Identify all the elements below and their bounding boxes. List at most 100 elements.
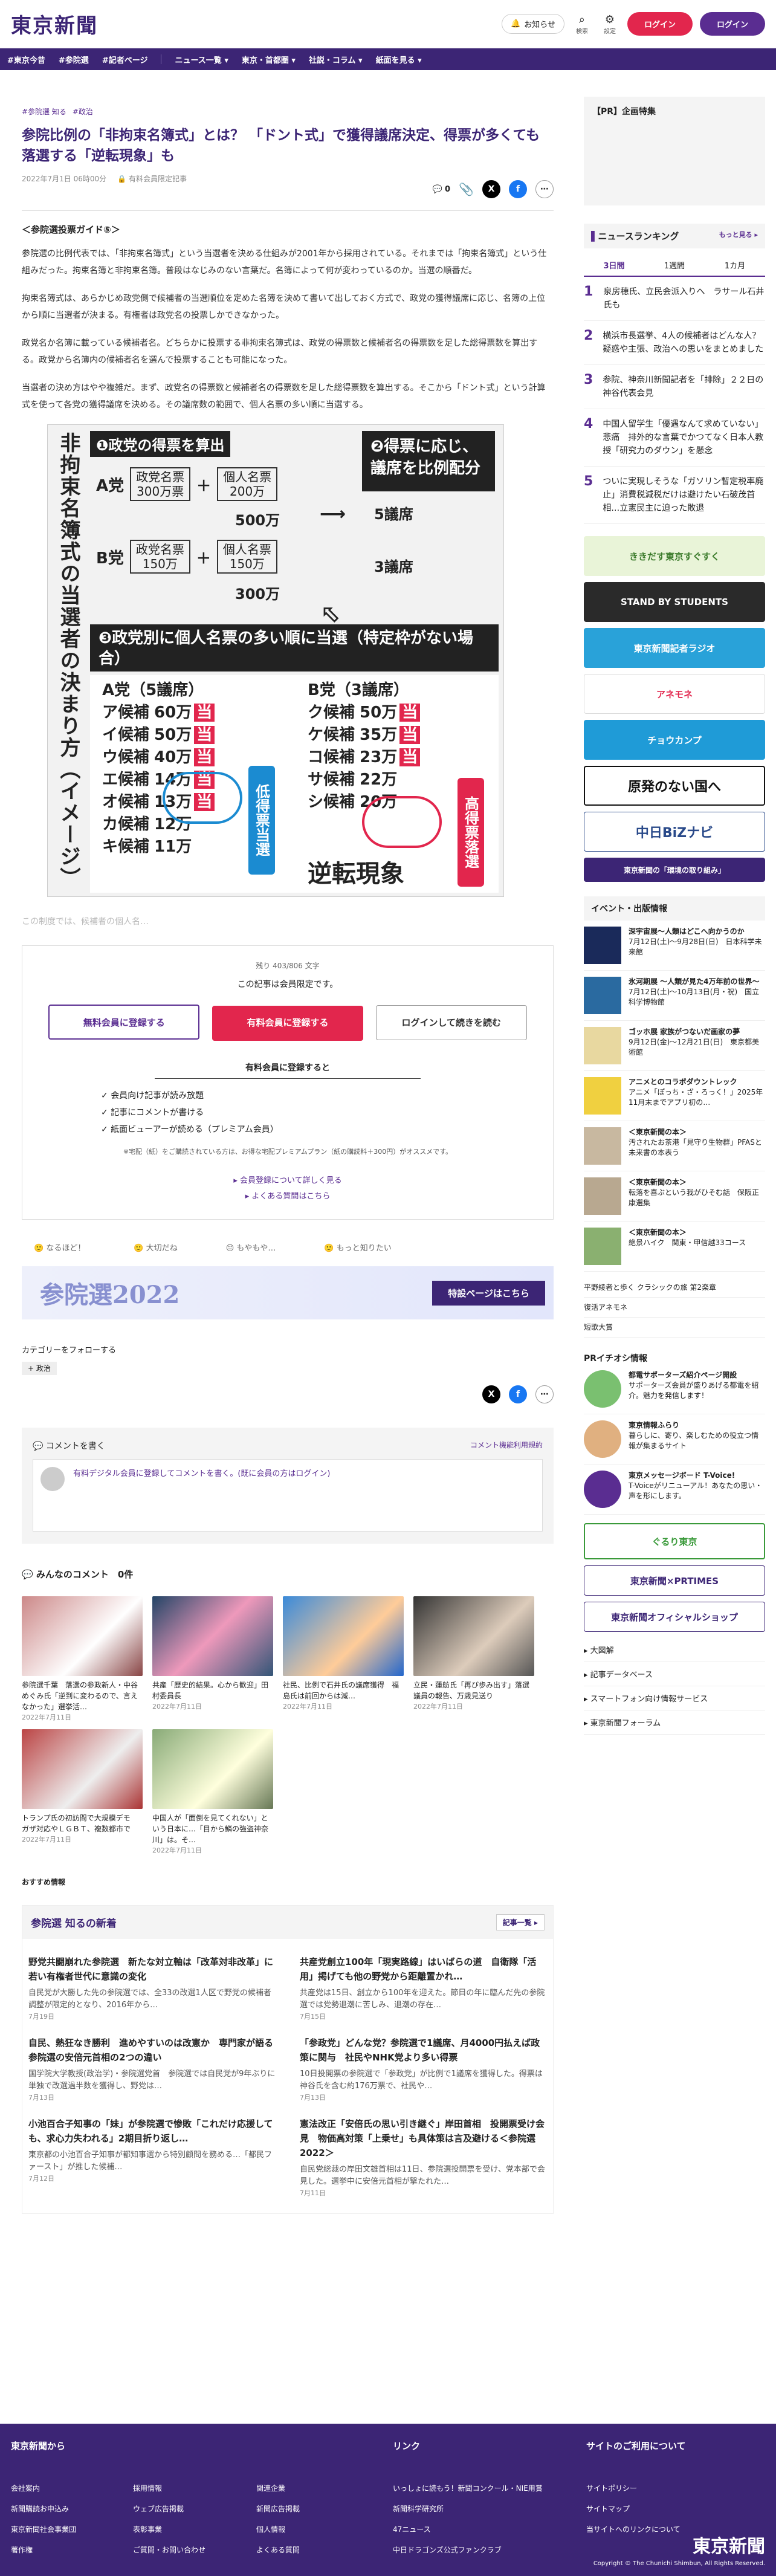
news-card[interactable]: 参院選千葉 落選の参政新人・中谷めぐみ氏「逆到に変わるので、言えなかった」選挙活… <box>22 1596 143 1722</box>
event-item[interactable]: 深宇宙展〜人類はどこへ向かうのか 7月12日(土)〜9月28日(日) 日本科学未来… <box>584 921 765 971</box>
footer-link[interactable]: 47ニュース <box>393 2519 543 2540</box>
nav-item[interactable]: 社説・コラム ▾ <box>309 54 363 65</box>
ranking-tab-3days[interactable]: 3日間 <box>584 254 644 276</box>
comment-prompt[interactable]: 有料デジタル会員に登録してコメントを書く。(既に会員の方はログイン) <box>73 1467 331 1524</box>
search-button[interactable]: ⌕ 検索 <box>572 13 592 35</box>
article-card[interactable]: 小池百合子知事の「妹」が参院選で惨敗「これだけ応援しても、求心力失われる」2期目… <box>28 2117 276 2198</box>
nav-item[interactable]: 東京・首都圏 ▾ <box>242 54 296 65</box>
footer-link[interactable]: 新聞広告掲載 <box>256 2499 300 2519</box>
x-share-icon[interactable]: X <box>482 1385 500 1403</box>
link-share-icon[interactable]: ⋯ <box>535 180 554 198</box>
more-articles-link[interactable]: 記事一覧 ▸ <box>496 1914 545 1930</box>
pr2-item[interactable]: 東京メッセージボード T-Voice! T-Voiceがリニューアル！あなたの思い… <box>584 1464 765 1515</box>
faq-link[interactable]: ▸ よくある質問はこちら <box>245 1192 331 1201</box>
footer-link[interactable]: ウェブ広告掲載 <box>133 2499 205 2519</box>
ad-banner[interactable]: アネモネ <box>584 674 765 714</box>
footer-link[interactable]: ご質問・お問い合わせ <box>133 2540 205 2560</box>
ranking-item[interactable]: 5 ついに実現しそうな「ガソリン暫定税率廃止」消費税減税だけは避けたい石破茂首相…… <box>584 467 765 524</box>
guruitokyo-banner[interactable]: ぐるり東京 <box>584 1523 765 1559</box>
footer-link[interactable]: 個人情報 <box>256 2519 300 2540</box>
footer-link[interactable]: よくある質問 <box>256 2540 300 2560</box>
footer-link[interactable]: 中日ドラゴンズ公式ファンクラブ <box>393 2540 543 2560</box>
tag-link[interactable]: #政治 <box>73 106 93 117</box>
banner-button[interactable]: 特設ページはこちら <box>432 1281 545 1306</box>
event-item[interactable]: ＜東京新聞の本＞ 汚されたお茶港「見守り生物群」PFASと未来書の本表う <box>584 1121 765 1171</box>
comment-count[interactable]: 💬 0 <box>433 185 450 194</box>
ranking-tab-1month[interactable]: 1カ月 <box>705 254 765 276</box>
reaction-button[interactable]: 🙂 なるほど！ <box>34 1241 85 1253</box>
news-card[interactable]: 社民、比例で石井氏の議席獲得 福島氏は前回からは減… 2022年7月11日 <box>283 1596 404 1722</box>
nav-item[interactable]: #東京今昔 <box>7 54 45 65</box>
article-card[interactable]: 「参政党」どんな党？参院選で1議席、月4000円払えば政策に関与 社民やNHK党… <box>300 2036 547 2102</box>
ad-banner[interactable]: 東京新聞の「環境の取り組み」 <box>584 858 765 882</box>
news-card[interactable]: 共産「歴史的結果。心から歓迎」田村委員長 2022年7月11日 <box>152 1596 273 1722</box>
footer-link[interactable]: 当サイトへのリンクについて <box>586 2519 681 2540</box>
nav-item[interactable]: ニュース一覧 ▾ <box>175 54 228 65</box>
link-share-icon[interactable]: ⋯ <box>535 1385 554 1403</box>
footer-link[interactable]: 関連企業 <box>256 2478 300 2499</box>
x-share-icon[interactable]: X <box>482 180 500 198</box>
side-link[interactable]: ▸ 記事データベース <box>584 1662 765 1686</box>
ad-banner[interactable]: 東京新聞記者ラジオ <box>584 628 765 668</box>
article-card[interactable]: 自民、熱狂なき勝利 進めやすいのは改憲か 専門家が語る参院選の安倍元首相の2つの… <box>28 2036 276 2102</box>
ranking-item[interactable]: 1 泉房穂氏、立民会派入りへ ラサール石井氏も <box>584 277 765 321</box>
article-card[interactable]: 共産党創立100年「現実路線」はいばらの道 自衛隊「活用」掲げても他の野党から距… <box>300 1955 547 2021</box>
paid-register-button[interactable]: 有料会員に登録する <box>212 1006 363 1041</box>
tag-link[interactable]: #参院選 知る <box>22 106 66 117</box>
ad-banner[interactable]: ききだす東京すぐすく <box>584 536 765 576</box>
reaction-button[interactable]: 🙂 大切だね <box>134 1241 177 1253</box>
election-banner[interactable]: 参院選2022 特設ページはこちら <box>22 1266 554 1319</box>
member-info-link[interactable]: ▸ 会員登録について詳しく見る <box>233 1176 341 1185</box>
footer-link[interactable]: サイトマップ <box>586 2499 681 2519</box>
ranking-item[interactable]: 2 横浜市長選挙、4人の候補者はどんな人？疑惑や主張、政治への思いをまとめました <box>584 321 765 365</box>
footer-link[interactable]: サイトポリシー <box>586 2478 681 2499</box>
reaction-button[interactable]: 😐 もやもや… <box>226 1241 276 1253</box>
news-card[interactable]: 中国人が「面倒を見てくれない」という日本に…「目から鱗の強盗神奈川」は。そ… 20… <box>152 1729 273 1855</box>
ranking-more-link[interactable]: もっと見る ▸ <box>719 230 758 242</box>
facebook-share-icon[interactable]: f <box>509 1385 527 1403</box>
pr2-item[interactable]: 東京情報ふらり 暮らしに、寄り、楽しむための役立つ情報が集まるサイト <box>584 1414 765 1464</box>
side-link[interactable]: ▸ 東京新聞フォーラム <box>584 1710 765 1735</box>
nav-item[interactable]: 紙面を見る ▾ <box>376 54 422 65</box>
ranking-item[interactable]: 4 中国人留学生「優遇なんて求めていない」悲痛 排外的な言葉でかつてなく日本人教授… <box>584 409 765 467</box>
side-link[interactable]: ▸ 大図解 <box>584 1638 765 1662</box>
ranking-item[interactable]: 3 参院、神奈川新聞記者を「排除」２２日の神谷代表会見 <box>584 365 765 409</box>
footer-link[interactable]: 新聞購読お申込み <box>11 2499 76 2519</box>
footer-link[interactable]: 表彰事業 <box>133 2519 205 2540</box>
event-item[interactable]: 氷河期展 〜人類が見た4万年前の世界〜 7月12日(土)〜10月13日(月・祝) … <box>584 971 765 1021</box>
ad-banner[interactable]: 原発のない国へ <box>584 766 765 806</box>
event-item[interactable]: ゴッホ展 家族がつないだ画家の夢 9月12日(金)〜12月21日(日) 東京都美術… <box>584 1021 765 1071</box>
footer-link[interactable]: いっしょに読もう！新聞コンクール・NIE用賞 <box>393 2478 543 2499</box>
event-item[interactable]: ＜東京新聞の本＞ 絶景ハイク 関東・甲信越33コース <box>584 1222 765 1272</box>
free-register-button[interactable]: 無料会員に登録する <box>48 1005 200 1040</box>
comment-policy-link[interactable]: コメント機能利用規約 <box>470 1440 543 1452</box>
nav-item[interactable]: #参院選 <box>59 54 89 65</box>
footer-link[interactable]: 東京新聞社会事業団 <box>11 2519 76 2540</box>
shop-banner[interactable]: 東京新聞オフィシャルショップ <box>584 1602 765 1632</box>
prtimes-banner[interactable]: 東京新聞×PRTIMES <box>584 1565 765 1596</box>
footer-link[interactable]: 会社案内 <box>11 2478 76 2499</box>
side-link[interactable]: ▸ スマートフォン向け情報サービス <box>584 1686 765 1710</box>
reaction-button[interactable]: 🙂 もっと知りたい <box>324 1241 391 1253</box>
footer-link[interactable]: 採用情報 <box>133 2478 205 2499</box>
ad-banner[interactable]: チョウカンプ <box>584 720 765 760</box>
news-card[interactable]: 立民・蓮舫氏「再び歩み出す」落選議員の報告、万歳見送り 2022年7月11日 <box>413 1596 534 1722</box>
article-card[interactable]: 野党共闘崩れた参院選 新たな対立軸は「改革対非改革」に 若い有権者世代に意識の変… <box>28 1955 282 2021</box>
footer-link[interactable]: 著作権 <box>11 2540 76 2560</box>
notification-button[interactable]: 🔔 お知らせ <box>502 14 564 34</box>
login-button[interactable]: ログイン <box>699 12 765 36</box>
login-continue-button[interactable]: ログインして続きを読む <box>375 1005 527 1040</box>
facebook-share-icon[interactable]: f <box>509 180 527 198</box>
event-item[interactable]: ＜東京新聞の本＞ 転落を喜ぶという我がひそむ話 保阪正康選集 <box>584 1171 765 1222</box>
ranking-tab-1week[interactable]: 1週間 <box>644 254 705 276</box>
settings-button[interactable]: ⚙ 設定 <box>600 13 620 35</box>
register-button[interactable]: ログイン <box>627 12 693 36</box>
nav-item[interactable]: #記者ページ <box>102 54 148 65</box>
event-item[interactable]: アニメとのコラボダウントレック アニメ「ぽっち・ざ・ろっく！」2025年11月末ま… <box>584 1071 765 1121</box>
footer-link[interactable]: 新聞科学研究所 <box>393 2499 543 2519</box>
event-link[interactable]: 復活アネモネ <box>584 1298 765 1318</box>
event-link[interactable]: 短歌大賞 <box>584 1318 765 1338</box>
site-logo[interactable]: 東京新聞 <box>11 9 98 39</box>
ad-banner[interactable]: 中日BiZナビ <box>584 812 765 852</box>
ad-banner[interactable]: STAND BY STUDENTS <box>584 582 765 622</box>
